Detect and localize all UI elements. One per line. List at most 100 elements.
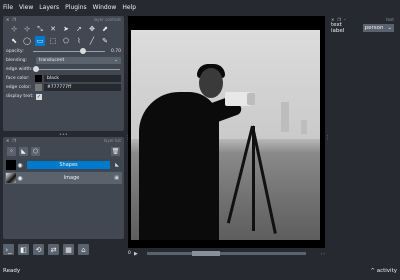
move-back-icon: ⬉	[11, 36, 17, 45]
status-text: Ready	[3, 268, 21, 274]
layer-list-title: layer list	[103, 138, 121, 143]
polygon-icon: ⬠	[62, 36, 70, 45]
transpose-button[interactable]: ⇄	[48, 244, 59, 255]
edge-width-slider[interactable]	[33, 66, 120, 73]
eye-icon[interactable]: ◉	[16, 162, 24, 169]
layer-row-shapes[interactable]: ◉ Shapes ◣	[5, 159, 122, 171]
freehand-tool-button[interactable]: ✎	[100, 36, 110, 46]
edge-width-slider-handle[interactable]	[33, 66, 39, 73]
roll-axes-button[interactable]: ⟲	[33, 244, 44, 255]
console-button[interactable]: ›_	[3, 244, 14, 255]
menu-help[interactable]: Help	[122, 4, 136, 11]
edge-color-field[interactable]: #777777ff	[44, 84, 121, 91]
ellipse-icon: ◯	[23, 36, 31, 45]
delete-layer-button[interactable]: 🗑	[111, 146, 120, 156]
polygon-tool-button[interactable]: ⬠	[61, 36, 71, 46]
activity-button[interactable]: ^ activity	[370, 268, 397, 274]
layer-list-panel: ✕ ❐ layer list ⁘ ◣ ⬡ 🗑 ◉ Shapes ◣ ◉ Imag…	[3, 137, 124, 239]
dims-slider-thumb[interactable]	[191, 251, 221, 256]
image-camera-lens	[247, 93, 255, 105]
points-icon: ⁘	[8, 147, 15, 155]
opacity-slider-handle[interactable]	[80, 48, 87, 55]
edge-color-swatch[interactable]	[35, 84, 42, 91]
opacity-value: 0.70	[110, 49, 121, 54]
layer-name[interactable]: Shapes	[27, 161, 110, 169]
dims-slider-bar: 0 ▶ ‹ ›	[128, 249, 325, 258]
vertex-insert-tool-button[interactable]: ⊹	[22, 24, 32, 34]
float-dock-icon[interactable]: ❐	[12, 138, 16, 143]
roll-axes-icon: ⟲	[35, 245, 42, 254]
image-building	[301, 120, 307, 134]
face-color-label: face color:	[6, 76, 30, 81]
edge-width-row: edge width:	[3, 65, 124, 74]
direct-select-tool-button[interactable]: ➚	[74, 24, 84, 34]
move-front-tool-button[interactable]: ⬈	[100, 24, 110, 34]
play-icon[interactable]: ▶	[134, 251, 144, 257]
blending-label: blending:	[6, 58, 28, 63]
float-dock-icon[interactable]: ❐	[12, 17, 16, 22]
opacity-slider[interactable]	[32, 48, 105, 55]
console-icon: ›_	[5, 245, 12, 254]
layer-list-titlebar: ✕ ❐ layer list	[3, 137, 124, 144]
new-points-layer-button[interactable]: ⁘	[7, 146, 16, 156]
dims-scroll-arrows[interactable]: ‹ ›	[309, 251, 325, 256]
menu-window[interactable]: Window	[93, 4, 117, 11]
layer-name[interactable]: Image	[33, 175, 110, 181]
vertex-remove-tool-button[interactable]: ⊹	[9, 24, 19, 34]
layer-thumbnail	[6, 173, 16, 183]
labels-icon: ⬡	[32, 147, 39, 155]
menu-file[interactable]: File	[3, 4, 13, 11]
blending-select[interactable]: translucent ⌄	[35, 57, 121, 64]
new-labels-layer-button[interactable]: ⬡	[31, 146, 40, 156]
face-color-row: face color: black	[3, 74, 124, 83]
rectangle-tool-button[interactable]: ▭	[35, 36, 45, 46]
viewer-canvas[interactable]	[128, 16, 325, 248]
menu-layers[interactable]: Layers	[39, 4, 59, 11]
display-text-label: display text:	[6, 94, 34, 99]
select-vertices-tool-button[interactable]: ⤡	[35, 24, 45, 34]
grid-button[interactable]: ▦	[63, 244, 74, 255]
face-color-swatch[interactable]	[35, 75, 42, 82]
trash-icon: 🗑	[111, 147, 120, 155]
display-text-row: display text: ✓	[3, 92, 124, 101]
ellipse-tool-button[interactable]: ◯	[22, 36, 32, 46]
close-dock-icon[interactable]: ✕	[6, 17, 9, 22]
menu-plugins[interactable]: Plugins	[65, 4, 87, 11]
menu-bar: File View Layers Plugins Window Help	[0, 0, 400, 14]
viewer-buttons: ›_ ◧ ⟲ ⇄ ▦ ⌂	[3, 242, 89, 257]
line-icon: ╱	[89, 36, 95, 45]
layer-controls-title: layer controls	[93, 17, 121, 22]
path-icon: ⌇	[77, 36, 81, 45]
text-label-select[interactable]: person ⌄	[362, 24, 394, 32]
dims-slider[interactable]	[147, 251, 306, 256]
vertex-insert-icon: ⊹	[24, 24, 30, 33]
new-shapes-layer-button[interactable]: ◣	[19, 146, 28, 156]
delete-shape-tool-button[interactable]: ✕	[48, 24, 58, 34]
face-color-field[interactable]: black	[44, 75, 121, 82]
layer-buttons: ⁘ ◣ ⬡ 🗑	[3, 144, 124, 158]
ndisplay-button[interactable]: ◧	[18, 244, 29, 255]
close-dock-icon[interactable]: ✕	[6, 138, 9, 143]
menu-view[interactable]: View	[19, 4, 33, 11]
vertex-remove-icon: ⊹	[11, 24, 17, 33]
path-tool-button[interactable]: ⌇	[74, 36, 84, 46]
eye-icon[interactable]: ◉	[16, 175, 24, 182]
move-back-tool-button[interactable]: ⬉	[9, 36, 19, 46]
add-rectangle-tool-button[interactable]: ⬚	[48, 36, 58, 46]
edge-color-row: edge color: #777777ff	[3, 83, 124, 92]
line-tool-button[interactable]: ╱	[87, 36, 97, 46]
layer-row-image[interactable]: ◉ Image ▣	[5, 172, 122, 184]
select-shape-tool-button[interactable]: ➤	[61, 24, 71, 34]
pan-zoom-tool-button[interactable]: ✥	[87, 24, 97, 34]
display-text-checkbox[interactable]: ✓	[36, 93, 42, 100]
select-vertices-icon: ⤡	[37, 24, 43, 33]
pan-zoom-icon: ✥	[89, 24, 95, 33]
rectangle-icon: ▭	[36, 36, 44, 45]
text-dock-title: text	[386, 17, 394, 22]
text-label-label: text label	[331, 22, 345, 34]
direct-select-icon: ➚	[76, 24, 82, 33]
select-shape-icon: ➤	[63, 24, 69, 33]
home-button[interactable]: ⌂	[78, 244, 89, 255]
edge-color-label: edge color:	[6, 85, 32, 90]
right-dock-resize-handle[interactable]: ⋮	[325, 135, 330, 141]
